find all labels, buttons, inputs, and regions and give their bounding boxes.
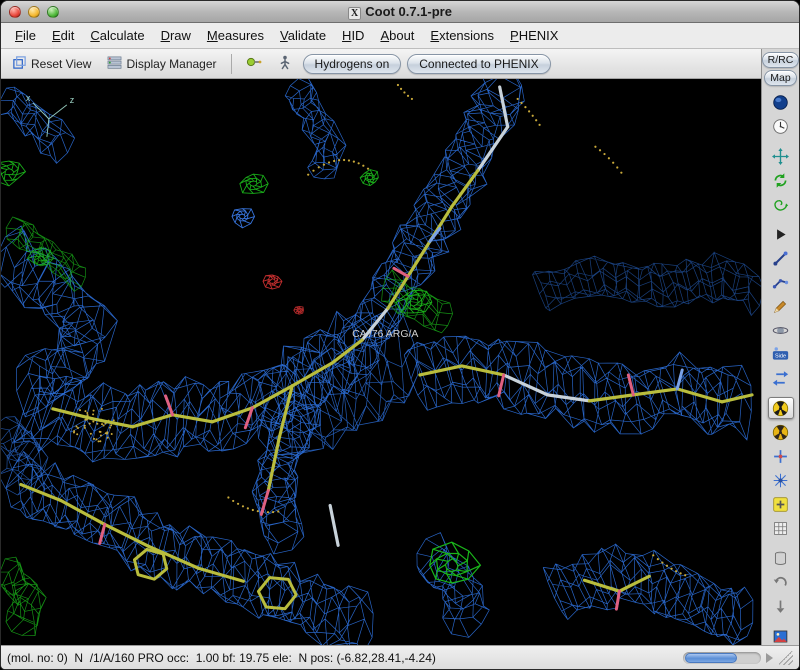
scroll-down-icon[interactable] [768, 595, 794, 617]
right-toolbar: R/RC Map Side [761, 49, 799, 645]
close-button[interactable] [9, 5, 21, 18]
display-manager-icon [107, 55, 122, 73]
svg-text:z: z [70, 95, 75, 105]
skeleton-button[interactable] [273, 53, 297, 75]
real-space-refine-icon[interactable] [767, 397, 794, 419]
pencil-icon[interactable] [768, 295, 794, 317]
undo-icon[interactable] [768, 571, 794, 593]
menubar: File Edit Calculate Draw Measures Valida… [1, 23, 799, 49]
screenshot-icon[interactable] [768, 625, 794, 645]
skeleton-icon [278, 55, 292, 73]
phenix-status-button[interactable]: Connected to PHENIX [407, 53, 551, 74]
play-icon[interactable] [768, 223, 794, 245]
minimize-button[interactable] [28, 5, 40, 18]
clock-icon[interactable] [768, 115, 794, 137]
rotate-translate-icon[interactable] [768, 445, 794, 467]
resize-grip[interactable] [779, 650, 793, 665]
menu-draw[interactable]: Draw [153, 25, 199, 46]
menu-extensions[interactable]: Extensions [422, 25, 502, 46]
svg-text:CA /76 ARG/A: CA /76 ARG/A [352, 329, 418, 340]
fit-atoms-icon[interactable] [768, 271, 794, 293]
titlebar[interactable]: X Coot 0.7.1-pre [1, 1, 799, 23]
globe-icon[interactable] [768, 91, 794, 113]
orbit-icon[interactable] [768, 319, 794, 341]
window-title: X Coot 0.7.1-pre [1, 4, 799, 20]
maximize-button[interactable] [47, 5, 59, 18]
delete-atom-icon[interactable] [768, 547, 794, 569]
status-text: (mol. no: 0) N /1/A/160 PRO occ: 1.00 bf… [7, 650, 436, 665]
toolbar-separator [230, 53, 232, 74]
x11-app-icon: X [348, 7, 362, 20]
coot-window: X Coot 0.7.1-pre File Edit Calculate Draw… [0, 0, 800, 670]
flip-arrows-icon[interactable] [768, 367, 794, 389]
scroll-right-icon[interactable] [766, 652, 773, 663]
menu-calculate[interactable]: Calculate [82, 25, 152, 46]
menu-hid[interactable]: HID [334, 25, 372, 46]
side-view-icon[interactable]: Side [768, 343, 794, 365]
grid-icon[interactable] [768, 517, 794, 539]
svg-text:x: x [26, 93, 31, 103]
menu-phenix[interactable]: PHENIX [502, 25, 566, 46]
model-stick-icon[interactable] [768, 247, 794, 269]
statusbar: (mol. no: 0) N /1/A/160 PRO occ: 1.00 bf… [1, 645, 799, 669]
right-icon-stack: Side [767, 90, 794, 645]
reset-view-button[interactable]: Reset View [7, 53, 96, 75]
menu-edit[interactable]: Edit [44, 25, 82, 46]
toolbar: Reset View Display Manager Hydrogens on … [1, 49, 761, 79]
r-rc-button[interactable]: R/RC [762, 52, 799, 68]
hydrogens-toggle-button[interactable]: Hydrogens on [302, 53, 402, 74]
h-scrollbar[interactable] [683, 651, 761, 664]
spin-view-icon[interactable] [768, 193, 794, 215]
translate-view-icon[interactable] [768, 145, 794, 167]
menu-file[interactable]: File [7, 25, 44, 46]
goto-atom-button[interactable] [241, 53, 267, 74]
regularize-icon[interactable] [768, 421, 794, 443]
reset-view-icon [12, 55, 27, 73]
add-terminal-residue-icon[interactable] [768, 493, 794, 515]
goto-atom-icon [246, 55, 262, 72]
h-scrollbar-thumb[interactable] [685, 652, 737, 663]
svg-text:Side: Side [775, 353, 786, 359]
menu-validate[interactable]: Validate [272, 25, 334, 46]
menu-measures[interactable]: Measures [199, 25, 272, 46]
display-manager-button[interactable]: Display Manager [102, 53, 221, 75]
add-atom-icon[interactable] [768, 469, 794, 491]
rotate-view-icon[interactable] [768, 169, 794, 191]
map-button[interactable]: Map [764, 70, 797, 86]
gl-canvas[interactable]: x z CA /76 ARG/A [1, 79, 761, 645]
menu-about[interactable]: About [372, 25, 422, 46]
